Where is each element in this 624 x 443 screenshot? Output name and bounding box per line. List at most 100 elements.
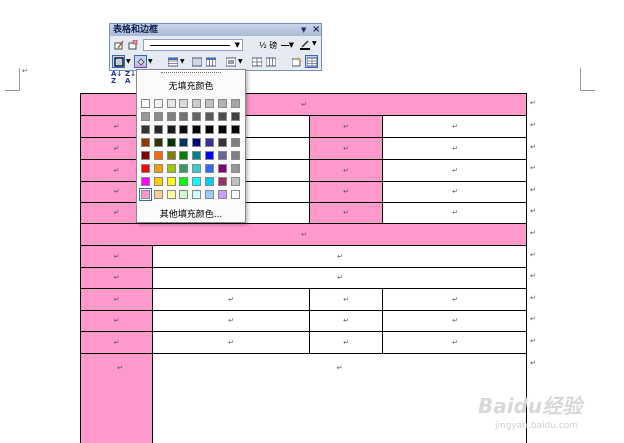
table-cell[interactable]: ↵ xyxy=(382,310,527,331)
table-cell[interactable]: ↵ xyxy=(309,202,382,223)
color-swatch[interactable] xyxy=(153,138,163,147)
color-swatch[interactable] xyxy=(230,138,240,147)
color-swatch[interactable] xyxy=(192,99,202,108)
color-swatch[interactable] xyxy=(205,190,214,199)
color-swatch[interactable] xyxy=(205,99,214,108)
no-fill-option[interactable]: 无填充颜色 xyxy=(137,79,245,92)
color-swatch[interactable] xyxy=(179,99,189,108)
color-swatch[interactable] xyxy=(192,190,202,199)
chevron-down-icon[interactable]: ▼ xyxy=(126,58,131,65)
table-cell[interactable]: ↵ xyxy=(382,181,527,202)
table-cell[interactable]: ↵ xyxy=(309,288,382,310)
color-swatch[interactable] xyxy=(153,164,163,173)
chevron-down-icon[interactable]: ▼ xyxy=(312,40,317,47)
color-swatch[interactable] xyxy=(179,112,189,121)
table-cell[interactable]: ↵ xyxy=(152,267,527,288)
color-swatch[interactable] xyxy=(217,164,227,173)
color-swatch[interactable] xyxy=(217,125,227,134)
color-swatch[interactable] xyxy=(179,177,189,186)
color-swatch[interactable] xyxy=(166,138,176,147)
color-swatch[interactable] xyxy=(217,151,227,160)
color-swatch[interactable] xyxy=(166,177,176,186)
color-swatch[interactable] xyxy=(179,190,189,199)
color-swatch[interactable] xyxy=(205,138,214,147)
shading-color-dropdown[interactable]: 无填充颜色 其他填充颜色... xyxy=(136,69,246,223)
table-cell[interactable]: ↵ xyxy=(382,202,527,223)
border-color-icon[interactable] xyxy=(298,38,311,51)
table-cell[interactable]: ↵ xyxy=(309,310,382,331)
color-swatch[interactable] xyxy=(153,151,163,160)
table-cell[interactable]: ↵ xyxy=(80,267,152,288)
chevron-down-icon[interactable]: ▼ xyxy=(180,58,185,65)
shading-color-icon[interactable] xyxy=(134,55,147,68)
color-swatch[interactable] xyxy=(230,190,240,199)
merge-cells-icon[interactable] xyxy=(190,55,203,68)
color-swatch[interactable] xyxy=(153,99,163,108)
color-swatch[interactable] xyxy=(141,177,150,186)
table-cell[interactable]: ↵ xyxy=(382,137,527,159)
color-swatch[interactable] xyxy=(205,151,214,160)
chevron-down-icon[interactable]: ▼ xyxy=(235,41,240,49)
table-cell[interactable]: ↵ xyxy=(152,245,527,267)
color-swatch[interactable] xyxy=(141,112,150,121)
color-swatch[interactable] xyxy=(205,112,214,121)
color-swatch[interactable] xyxy=(153,190,163,199)
table-cell[interactable]: ↵ xyxy=(80,245,152,267)
table-row[interactable]: ↵ xyxy=(80,223,527,245)
table-cell[interactable]: ↵ xyxy=(152,288,309,310)
color-swatch[interactable] xyxy=(179,125,189,134)
sort-ascending-icon[interactable]: A↓ Z xyxy=(111,71,124,85)
color-swatch[interactable] xyxy=(192,164,202,173)
color-swatch[interactable] xyxy=(141,151,150,160)
draw-table-icon[interactable] xyxy=(112,38,125,51)
eraser-icon[interactable] xyxy=(126,38,139,51)
align-icon[interactable] xyxy=(224,55,237,68)
color-swatch[interactable] xyxy=(217,177,227,186)
color-swatch[interactable] xyxy=(179,151,189,160)
color-swatch[interactable] xyxy=(179,164,189,173)
table-cell[interactable]: ↵ xyxy=(80,331,152,353)
color-swatch[interactable] xyxy=(141,138,150,147)
autoformat-icon[interactable] xyxy=(290,55,303,68)
line-weight-combo[interactable]: ½ 磅 ▼ xyxy=(256,39,295,51)
color-swatch[interactable] xyxy=(166,151,176,160)
table-cell[interactable]: ↵ xyxy=(152,353,527,443)
color-swatch[interactable] xyxy=(230,177,240,186)
color-swatch[interactable] xyxy=(217,190,227,199)
table-cell[interactable]: ↵ xyxy=(382,115,527,137)
chevron-down-icon[interactable]: ▼ xyxy=(289,41,294,49)
color-swatch[interactable] xyxy=(141,99,150,108)
color-swatch[interactable] xyxy=(217,138,227,147)
table-cell[interactable]: ↵ xyxy=(309,137,382,159)
color-swatch[interactable] xyxy=(192,151,202,160)
distribute-columns-icon[interactable] xyxy=(264,55,277,68)
table-cell[interactable]: ↵ xyxy=(80,310,152,331)
color-swatch[interactable] xyxy=(192,125,202,134)
table-cell[interactable]: ↵ xyxy=(152,331,309,353)
tables-borders-toolbar[interactable]: 表格和边框 ▼ × ▼ ½ 磅 ▼ ▼ ▼ ▼ ▼ ▼ xyxy=(109,23,322,71)
outside-border-icon[interactable] xyxy=(112,55,125,68)
table-cell[interactable]: ↵ xyxy=(309,115,382,137)
color-swatch[interactable] xyxy=(217,99,227,108)
color-swatch[interactable] xyxy=(230,112,240,121)
chevron-down-icon[interactable]: ▼ xyxy=(148,58,153,65)
color-swatch[interactable] xyxy=(230,164,240,173)
color-swatch[interactable] xyxy=(166,190,176,199)
color-swatch[interactable] xyxy=(217,112,227,121)
color-swatch[interactable] xyxy=(192,112,202,121)
table-cell[interactable]: ↵ xyxy=(80,353,152,443)
color-swatch[interactable] xyxy=(230,99,240,108)
color-swatch[interactable] xyxy=(205,164,214,173)
color-swatch[interactable] xyxy=(153,177,163,186)
table-cell[interactable]: ↵ xyxy=(382,331,527,353)
distribute-rows-icon[interactable] xyxy=(250,55,263,68)
table-cell[interactable]: ↵ xyxy=(152,310,309,331)
table-cell[interactable]: ↵ xyxy=(309,331,382,353)
show-gridlines-icon[interactable] xyxy=(305,55,318,68)
color-swatch[interactable] xyxy=(179,138,189,147)
chevron-down-icon[interactable]: ▼ xyxy=(238,58,243,65)
color-swatch[interactable] xyxy=(166,99,176,108)
color-swatch[interactable] xyxy=(230,125,240,134)
color-swatch[interactable] xyxy=(139,188,152,201)
table-cell[interactable]: ↵ xyxy=(309,159,382,181)
